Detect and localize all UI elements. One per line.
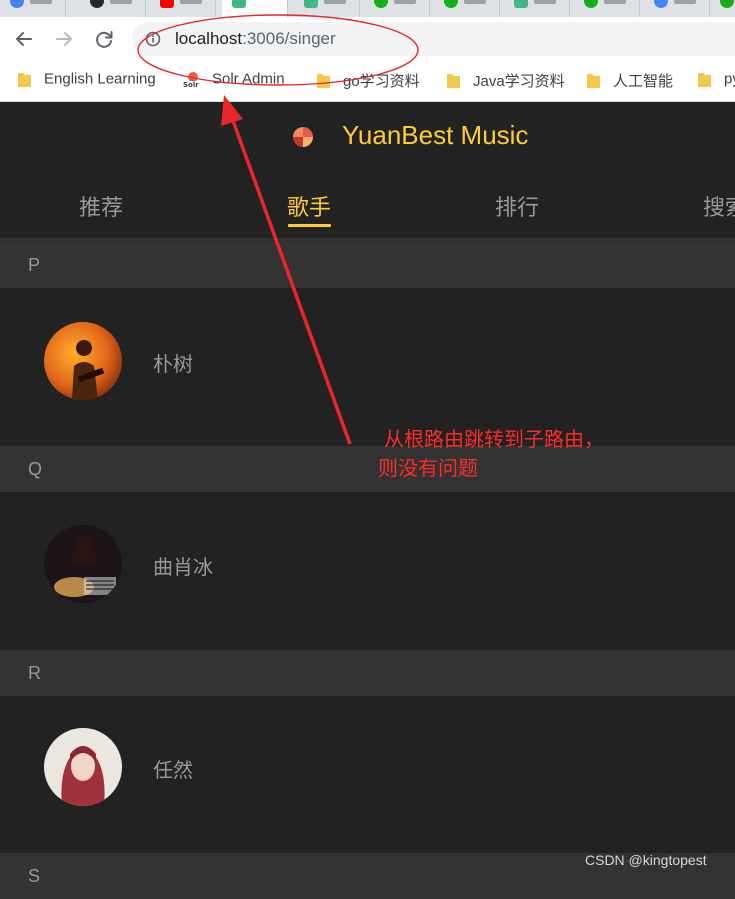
browser-tab[interactable] <box>364 0 430 17</box>
tab-rank[interactable]: 排行 <box>495 190 539 222</box>
bookmark-english-learning[interactable]: English Learning <box>17 70 156 92</box>
singer-list-item[interactable]: 曲肖冰 <box>0 492 735 649</box>
solr-icon: Solr <box>183 71 203 88</box>
group-letter: S <box>28 866 41 886</box>
browser-toolbar: localhost:3006/singer <box>0 17 735 61</box>
url-host: localhost <box>175 29 243 48</box>
tab-singer[interactable]: 歌手 <box>287 190 331 222</box>
tab-search[interactable]: 搜索 <box>703 190 735 222</box>
watermark: CSDN @kingtopest <box>585 852 707 868</box>
browser-tab[interactable] <box>80 0 146 17</box>
tab-recommend[interactable]: 推荐 <box>79 190 123 222</box>
app-title: YuanBest Music <box>342 120 529 150</box>
browser-tab[interactable] <box>644 0 710 17</box>
browser-tab[interactable] <box>504 0 570 17</box>
singer-name: 任然 <box>153 758 193 782</box>
browser-tab[interactable] <box>0 0 66 17</box>
url-text[interactable]: localhost:3006/singer <box>175 29 336 49</box>
group-header-q: Q <box>0 446 735 492</box>
tab-favicon-icon <box>374 0 388 8</box>
avatar <box>44 525 122 603</box>
singer-list-item[interactable]: 任然 <box>0 696 735 853</box>
app-header: YuanBest Music <box>0 102 735 172</box>
bookmark-solr-admin[interactable]: Solr Solr Admin <box>182 70 285 92</box>
forward-arrow-icon[interactable] <box>51 26 77 52</box>
annotation-text: 从根路由跳转到子路由， 则没有问题 <box>378 425 604 483</box>
folder-icon <box>447 74 460 88</box>
svg-text:Solr: Solr <box>183 81 199 88</box>
browser-tab[interactable] <box>710 0 735 17</box>
github-icon <box>90 0 104 8</box>
bookmark-label: go学习资料 <box>343 73 420 90</box>
folder-icon <box>587 74 600 88</box>
back-arrow-icon[interactable] <box>11 26 37 52</box>
tab-favicon-icon <box>654 0 668 8</box>
group-header-r: R <box>0 650 735 696</box>
bookmark-label: English Learning <box>44 70 156 88</box>
bookmark-go[interactable]: go学习资料 <box>316 70 420 92</box>
tab-favicon-icon <box>720 0 734 8</box>
browser-tab-strip <box>0 0 735 17</box>
group-letter: Q <box>28 459 43 479</box>
browser-chrome: localhost:3006/singer English Learning S… <box>0 0 735 102</box>
tab-favicon-icon <box>10 0 24 8</box>
folder-icon <box>18 72 31 87</box>
music-logo-icon <box>293 127 313 147</box>
browser-tab[interactable] <box>150 0 216 17</box>
bookmark-py[interactable]: py <box>697 70 735 92</box>
singer-name: 朴树 <box>153 352 193 376</box>
tab-favicon-icon <box>584 0 598 8</box>
group-letter: R <box>28 663 41 683</box>
avatar <box>44 728 122 806</box>
browser-tab[interactable] <box>294 0 360 17</box>
browser-tab[interactable] <box>574 0 640 17</box>
annotation-line-2: 则没有问题 <box>378 456 478 480</box>
bookmark-label: py <box>724 70 735 88</box>
bookmark-label: 人工智能 <box>613 73 674 90</box>
active-tab-indicator <box>288 224 331 227</box>
info-icon[interactable] <box>145 31 161 47</box>
browser-tab[interactable] <box>434 0 500 17</box>
address-bar[interactable]: localhost:3006/singer <box>132 22 735 56</box>
bookmark-label: Java学习资料 <box>473 73 565 90</box>
vue-icon <box>232 0 246 8</box>
reload-icon[interactable] <box>91 26 117 52</box>
bookmarks-bar: English Learning Solr Solr Admin go学习资料 J… <box>0 61 735 101</box>
bookmark-label: Solr Admin <box>212 70 285 88</box>
browser-tab-active[interactable] <box>222 0 288 17</box>
vue-icon <box>514 0 528 8</box>
vue-icon <box>304 0 318 8</box>
url-path: :3006/singer <box>242 29 336 48</box>
singer-name: 曲肖冰 <box>153 555 213 579</box>
video-site-icon <box>160 0 174 8</box>
avatar <box>44 322 122 400</box>
group-letter: P <box>28 255 41 275</box>
annotation-line-1: 从根路由跳转到子路由， <box>384 427 604 451</box>
app-nav-tabs: 推荐 歌手 排行 搜索 <box>0 172 735 238</box>
bookmark-ai[interactable]: 人工智能 <box>586 70 673 92</box>
folder-icon <box>317 74 330 88</box>
bookmark-java[interactable]: Java学习资料 <box>446 70 565 92</box>
folder-icon <box>698 72 711 87</box>
tab-favicon-icon <box>444 0 458 8</box>
group-header-p: P <box>0 242 735 288</box>
singer-list-item[interactable]: 朴树 <box>0 288 735 445</box>
